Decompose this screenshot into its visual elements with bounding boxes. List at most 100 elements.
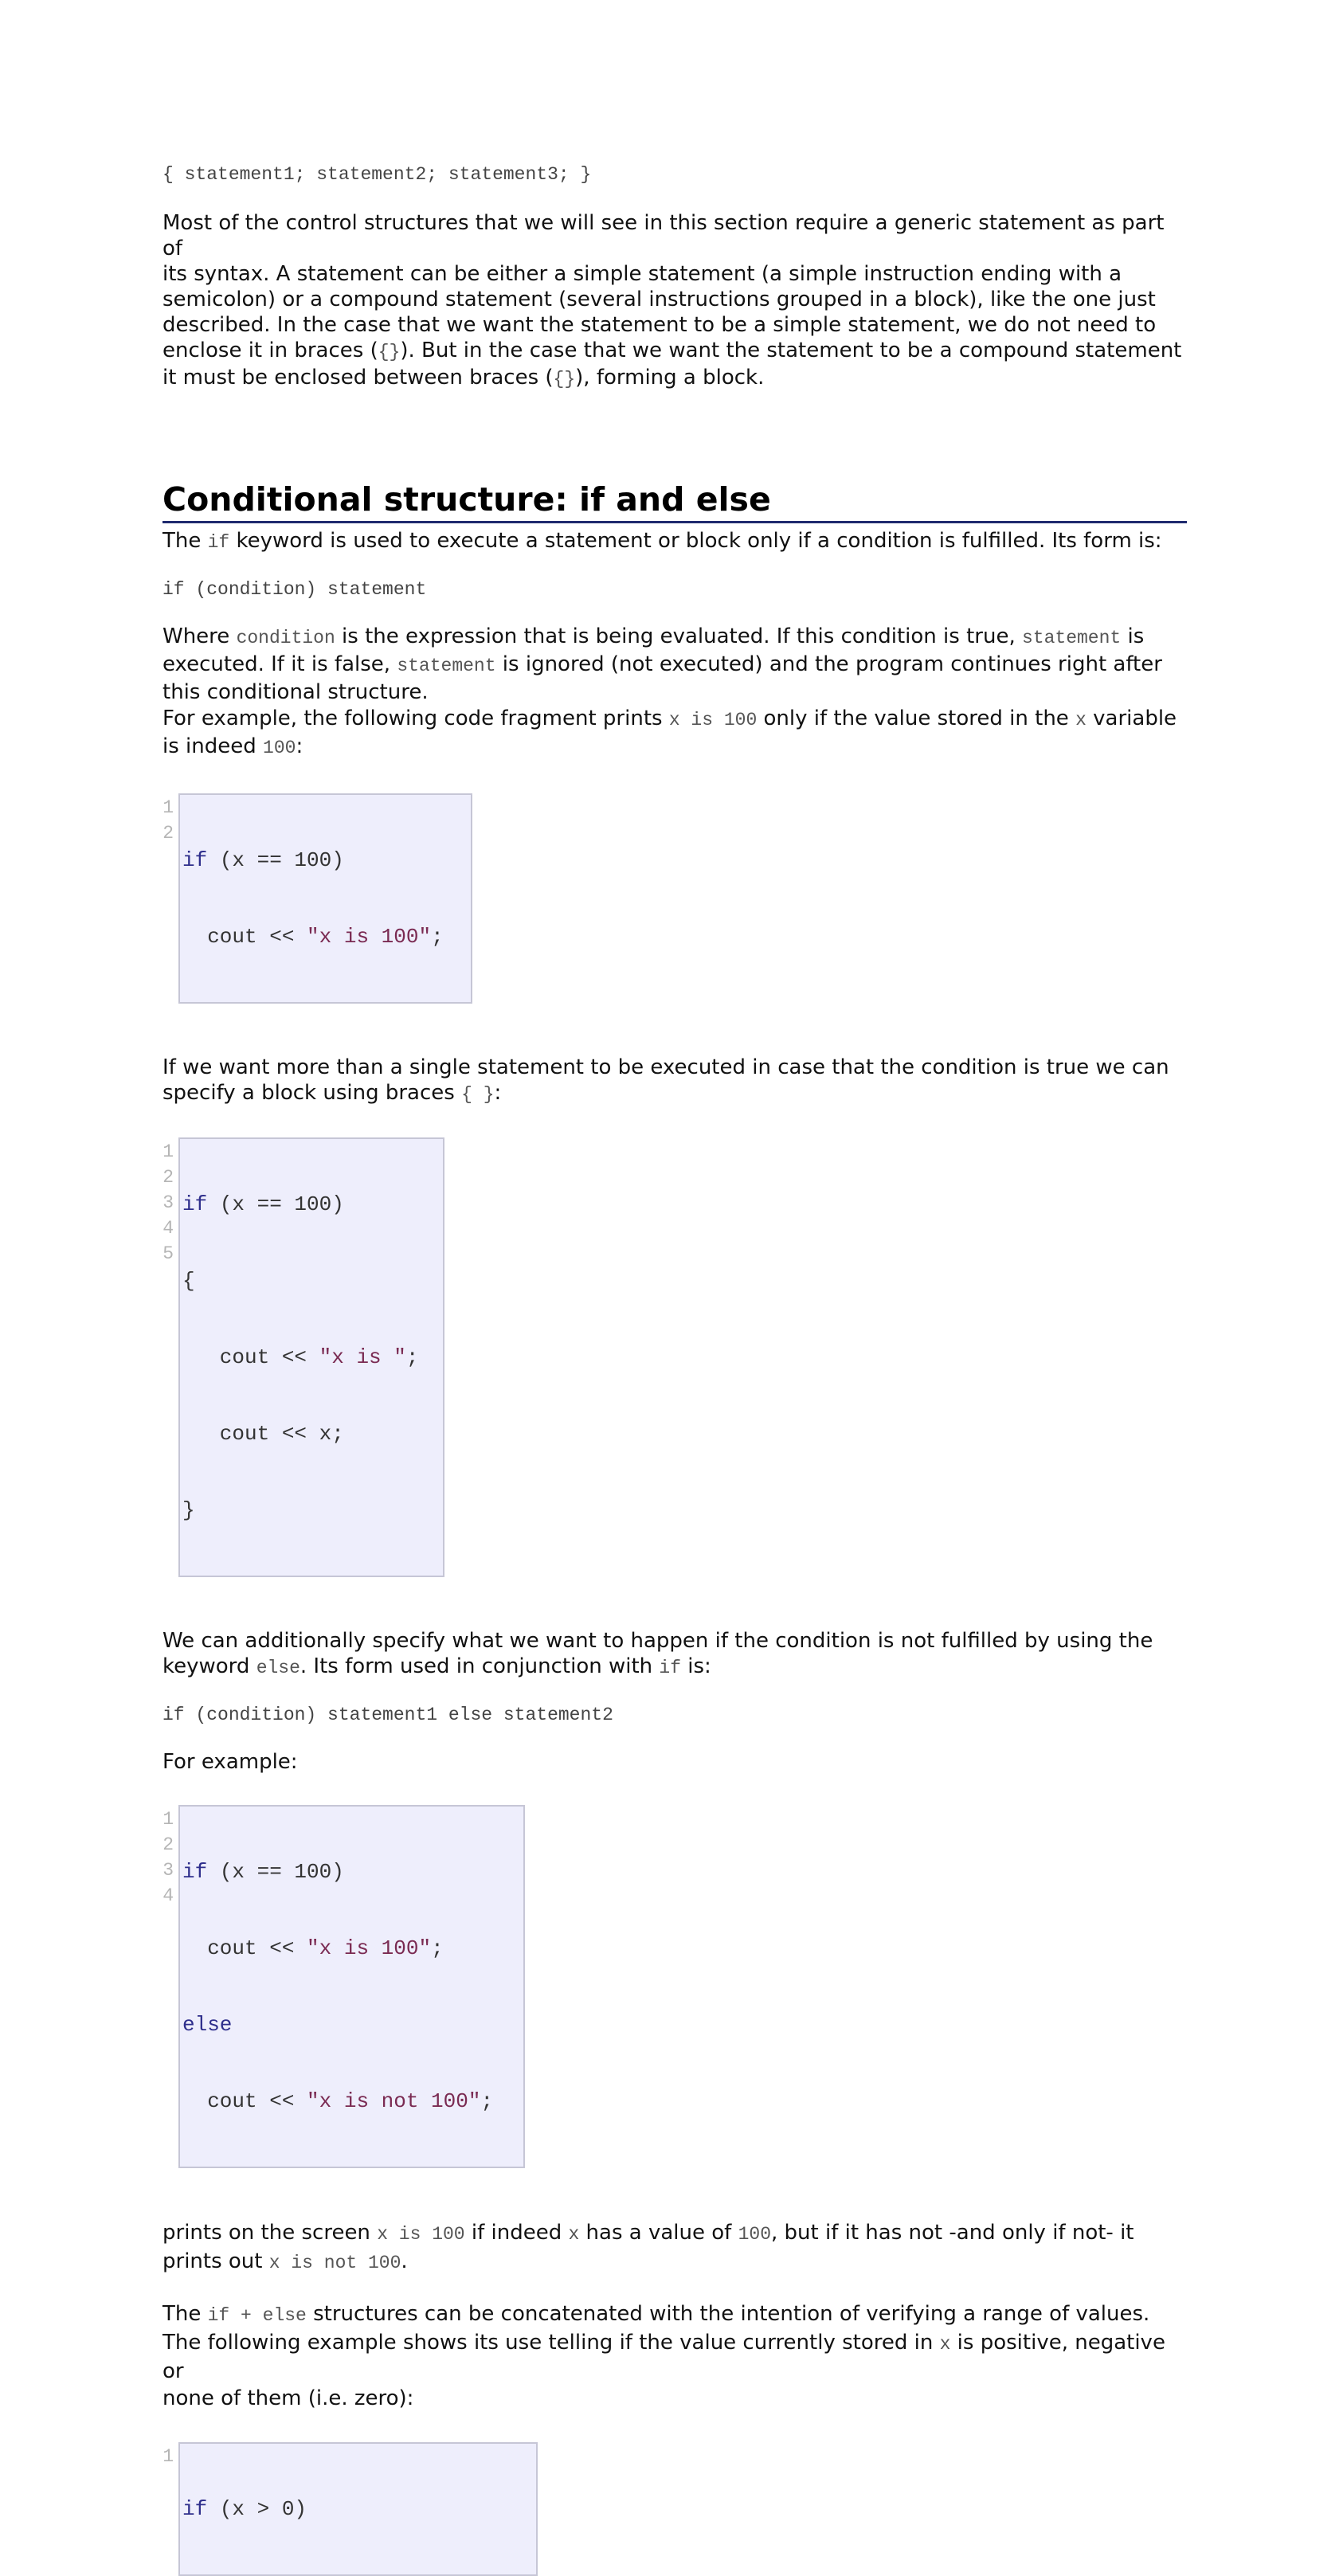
line-number: 1 bbox=[162, 797, 174, 818]
text: executed. If it is false, bbox=[162, 652, 397, 676]
text: The bbox=[162, 2302, 208, 2326]
code-text: cout << bbox=[182, 1936, 307, 1960]
code-box: if (x == 100) cout << "x is 100"; else c… bbox=[178, 1805, 525, 2168]
block-example: { statement1; statement2; statement3; } bbox=[162, 164, 592, 185]
code-text: (x == 100) bbox=[207, 1192, 344, 1216]
inline-code: condition bbox=[236, 628, 335, 648]
text: is indeed bbox=[162, 734, 264, 758]
code-text: (x > 0) bbox=[207, 2497, 307, 2521]
text: If we want more than a single statement … bbox=[162, 1055, 1169, 1079]
text: We can additionally specify what we want… bbox=[162, 1629, 1153, 1653]
keyword: if bbox=[182, 1860, 208, 1884]
else-paragraph: We can additionally specify what we want… bbox=[162, 1628, 1187, 1681]
intro-line: enclose it in braces ( bbox=[162, 339, 378, 362]
line-number: 3 bbox=[162, 1192, 174, 1213]
where-paragraph: Where condition is the expression that i… bbox=[162, 624, 1187, 761]
code-text: ; bbox=[405, 1345, 419, 1369]
code-line: else bbox=[182, 2012, 520, 2038]
inline-code: x bbox=[568, 2224, 580, 2245]
text: none of them (i.e. zero): bbox=[162, 2386, 414, 2410]
code-example-3: 1 2 3 4 if (x == 100) cout << "x is 100"… bbox=[162, 1805, 1187, 2168]
text: prints out bbox=[162, 2249, 269, 2273]
code-line: if (x == 100) bbox=[182, 1192, 440, 1217]
line-number-gutter: 1 2 3 4 bbox=[162, 1805, 174, 1909]
code-text: (x == 100) bbox=[207, 1860, 344, 1884]
keyword: if bbox=[182, 2497, 208, 2521]
else-syntax-form: if (condition) statement1 else statement… bbox=[162, 1705, 613, 1725]
code-line: cout << "x is not 100"; bbox=[182, 2089, 520, 2114]
line-number: 2 bbox=[162, 823, 174, 844]
intro-line: semicolon) or a compound statement (seve… bbox=[162, 288, 1156, 311]
code-box: if (x == 100) cout << "x is 100"; bbox=[178, 793, 472, 1004]
code-example-2: 1 2 3 4 5 if (x == 100) { cout << "x is … bbox=[162, 1137, 1187, 1577]
inline-code: x is 100 bbox=[668, 710, 758, 730]
line-number-gutter: 1 2 bbox=[162, 793, 174, 846]
keyword: if bbox=[182, 1192, 208, 1216]
inline-code: if bbox=[207, 532, 230, 553]
inline-code: x bbox=[1075, 710, 1087, 730]
text: is ignored (not executed) and the progra… bbox=[495, 652, 1162, 676]
text: , but if it has not -and only if not- it bbox=[771, 2221, 1134, 2245]
line-number-gutter: 1 2 3 4 5 bbox=[162, 1137, 174, 1266]
code-line: cout << "x is 100"; bbox=[182, 1936, 520, 1961]
code-text: (x == 100) bbox=[207, 848, 344, 872]
code-line: if (x == 100) bbox=[182, 1859, 520, 1885]
inline-code: x is 100 bbox=[377, 2224, 465, 2245]
text: only if the value stored in the bbox=[757, 707, 1076, 730]
text: prints on the screen bbox=[162, 2221, 378, 2245]
intro-line: described. In the case that we want the … bbox=[162, 313, 1157, 337]
text: For example, the following code fragment… bbox=[162, 707, 669, 730]
line-number: 1 bbox=[162, 1809, 174, 1830]
code-line: cout << x; bbox=[182, 1422, 344, 1446]
text: keyword bbox=[162, 1654, 256, 1678]
text: : bbox=[494, 1081, 502, 1105]
inline-code: {} bbox=[553, 369, 576, 390]
inline-code: x is not 100 bbox=[268, 2253, 401, 2273]
inline-code: if + else bbox=[207, 2305, 307, 2326]
line-number: 1 bbox=[162, 2446, 174, 2467]
code-box: if (x == 100) { cout << "x is "; cout <<… bbox=[178, 1137, 444, 1577]
line-number: 4 bbox=[162, 1218, 174, 1239]
text: keyword is used to execute a statement o… bbox=[229, 529, 1162, 553]
text: if indeed bbox=[464, 2221, 569, 2245]
intro-paragraph: Most of the control structures that we w… bbox=[162, 210, 1187, 392]
intro-line: its syntax. A statement can be either a … bbox=[162, 262, 1122, 286]
string-literal: "x is not 100" bbox=[307, 2089, 481, 2113]
text: variable bbox=[1086, 707, 1177, 730]
code-line: if (x > 0) bbox=[182, 2496, 533, 2522]
code-text: cout << bbox=[182, 925, 307, 949]
code-example-1: 1 2 if (x == 100) cout << "x is 100"; bbox=[162, 793, 1187, 1004]
inline-code: {} bbox=[378, 342, 401, 362]
inline-code: 100 bbox=[263, 738, 296, 758]
line-number: 3 bbox=[162, 1860, 174, 1881]
line-number-gutter: 1 bbox=[162, 2442, 174, 2469]
code-text: cout << bbox=[182, 2089, 307, 2113]
text: . bbox=[401, 2249, 408, 2273]
string-literal: "x is " bbox=[319, 1345, 406, 1369]
prints-paragraph: prints on the screen x is 100 if indeed … bbox=[162, 2219, 1187, 2277]
code-text: ; bbox=[431, 1936, 444, 1960]
keyword: else bbox=[182, 2013, 233, 2037]
code-line: { bbox=[182, 1269, 195, 1293]
text: is bbox=[1121, 624, 1145, 648]
document-page: { statement1; statement2; statement3; } … bbox=[162, 159, 1187, 2576]
if-intro-paragraph: The if keyword is used to execute a stat… bbox=[162, 528, 1187, 555]
for-example-label: For example: bbox=[162, 1750, 298, 1774]
line-number: 2 bbox=[162, 1834, 174, 1855]
keyword: if bbox=[182, 848, 208, 872]
code-text: ; bbox=[480, 2089, 494, 2113]
line-number: 1 bbox=[162, 1141, 174, 1162]
intro-line: it must be enclosed between braces ( bbox=[162, 366, 554, 390]
text: The following example shows its use tell… bbox=[162, 2331, 940, 2355]
section-title: Conditional structure: if and else bbox=[162, 480, 1187, 523]
text: is the expression that is being evaluate… bbox=[335, 624, 1022, 648]
intro-line: ), forming a block. bbox=[575, 366, 765, 390]
intro-line: Most of the control structures that we w… bbox=[162, 211, 1165, 260]
code-text: ; bbox=[431, 925, 444, 949]
inline-code: 100 bbox=[738, 2224, 772, 2245]
text: Where bbox=[162, 624, 237, 648]
code-line: } bbox=[182, 1498, 195, 1522]
concat-paragraph: The if + else structures can be concaten… bbox=[162, 2300, 1187, 2412]
text: is: bbox=[681, 1654, 711, 1678]
inline-code: else bbox=[256, 1658, 300, 1678]
